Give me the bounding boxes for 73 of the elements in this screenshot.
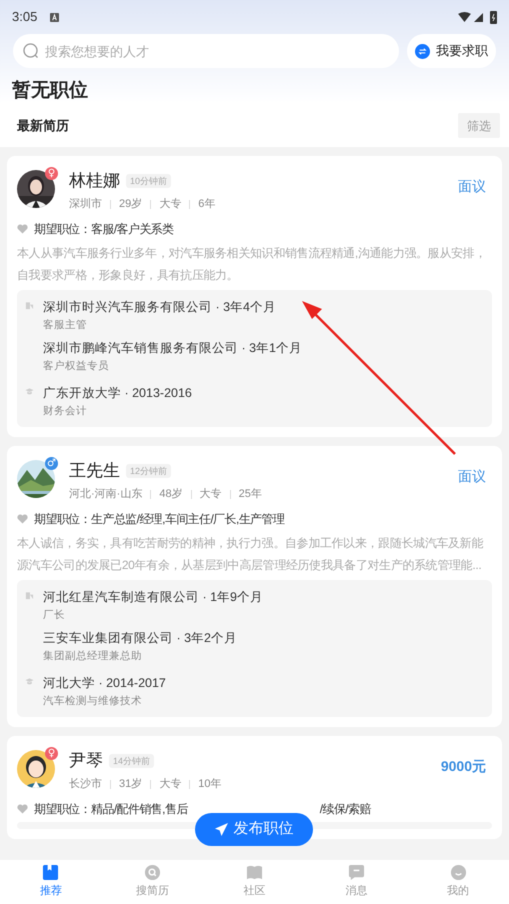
work-experience: 河北红星汽车制造有限公司 · 1年9个月 [43, 589, 264, 606]
building-icon [25, 301, 34, 310]
job-role: 厂长 [43, 608, 66, 623]
profile-detail: 29岁 [119, 197, 142, 211]
profile-detail: 大专 [159, 197, 182, 211]
education: 广东开放大学 · 2013-2016 [43, 385, 192, 402]
work-experience: 深圳市鹏峰汽车销售服务有限公司 · 3年1个月 [43, 340, 302, 357]
salary: 面议 [458, 467, 486, 486]
candidate-name: 尹琴 [69, 750, 103, 772]
notification-icon [50, 12, 60, 22]
candidate-name: 林桂娜 [69, 170, 120, 192]
bookmark-icon [42, 864, 60, 882]
signal-icon [474, 12, 483, 22]
profile-detail: 河北·河南·山东 [69, 487, 142, 501]
major: 汽车检测与维修技术 [43, 694, 143, 709]
gender-badge: ♀ [45, 747, 58, 760]
education: 河北大学 · 2014-2017 [43, 675, 166, 692]
job-role: 客户权益专员 [43, 359, 110, 374]
salary: 9000元 [440, 757, 486, 776]
battery-icon [490, 10, 497, 24]
expected-position: 期望职位：生产总监/经理,车间主任/厂长,生产管理 [34, 511, 284, 528]
nav-tab[interactable]: 搜简历 [102, 860, 204, 904]
message-icon [348, 864, 365, 882]
graduation-cap-icon [25, 677, 34, 686]
work-experience: 三安车业集团有限公司 · 3年2个月 [43, 630, 238, 647]
heart-icon [17, 224, 28, 234]
nav-tab[interactable]: 社区 [204, 860, 306, 904]
heart-icon [17, 804, 28, 814]
expected-position: /续保/索赔 [320, 801, 371, 818]
search-icon [23, 43, 39, 59]
salary: 面议 [458, 177, 486, 196]
swap-icon [415, 44, 430, 58]
work-experience: 深圳市时兴汽车服务有限公司 · 3年4个月 [43, 299, 276, 316]
gender-badge: ♂ [45, 457, 58, 470]
time-tag: 10分钟前 [126, 174, 172, 188]
profile-detail: 长沙市 [69, 777, 102, 791]
candidate-name: 王先生 [69, 460, 120, 482]
major: 财务会计 [43, 404, 88, 419]
heart-icon [17, 514, 28, 524]
expected-position: 期望职位：客服/客户关系类 [34, 221, 174, 238]
profile-detail: 大专 [159, 777, 182, 791]
profile-detail: 31岁 [119, 777, 142, 791]
building-icon [25, 591, 34, 600]
gender-badge: ♀ [45, 167, 58, 180]
wifi-icon [458, 12, 471, 22]
nav-tab[interactable]: 推荐 [0, 860, 102, 904]
job-role: 集团副总经理兼总助 [43, 649, 143, 664]
profile-detail: 48岁 [159, 487, 183, 501]
book-icon [246, 864, 263, 882]
profile-detail: 25年 [238, 487, 262, 501]
nav-tab[interactable]: 消息 [305, 860, 408, 904]
filter-button[interactable]: 筛选 [458, 113, 500, 138]
profile-detail: 6年 [198, 197, 216, 211]
profile-detail: 10年 [198, 777, 222, 791]
profile-detail: 大专 [200, 487, 222, 501]
profile-detail: 深圳市 [69, 197, 102, 211]
graduation-cap-icon [25, 387, 34, 396]
expected-position: 期望职位：精品/配件销售,售后 [34, 801, 188, 818]
send-icon [214, 823, 228, 836]
page-title: 暂无职位 [11, 78, 89, 103]
time-tag: 12分钟前 [126, 464, 172, 478]
post-job-button[interactable]: 发布职位 [195, 813, 313, 846]
smiley-icon [450, 864, 467, 882]
switch-role-button[interactable]: 我要求职 [407, 34, 496, 68]
search-field[interactable]: 搜索您想要的人才 [13, 34, 399, 68]
status-time: 3:05 [12, 8, 38, 26]
self-description: 本人诚信，务实，具有吃苦耐劳的精神，执行力强。自参加工作以来，跟随长城汽车及新能源汽车公司的发展已20年有余，从基层到中高层管理经历使我具备了对生产的系统管理能... [17, 535, 484, 574]
nav-tab[interactable]: 我的 [407, 860, 509, 904]
section-title: 最新简历 [17, 116, 69, 135]
time-tag: 14分钟前 [109, 754, 154, 768]
job-role: 客服主管 [43, 318, 88, 333]
search-icon [144, 864, 162, 882]
self-description: 本人从事汽车服务行业多年，对汽车服务相关知识和销售流程精通,沟通能力强。服从安排，自我要求严格，形象良好，具有抗压能力。 [17, 245, 487, 284]
